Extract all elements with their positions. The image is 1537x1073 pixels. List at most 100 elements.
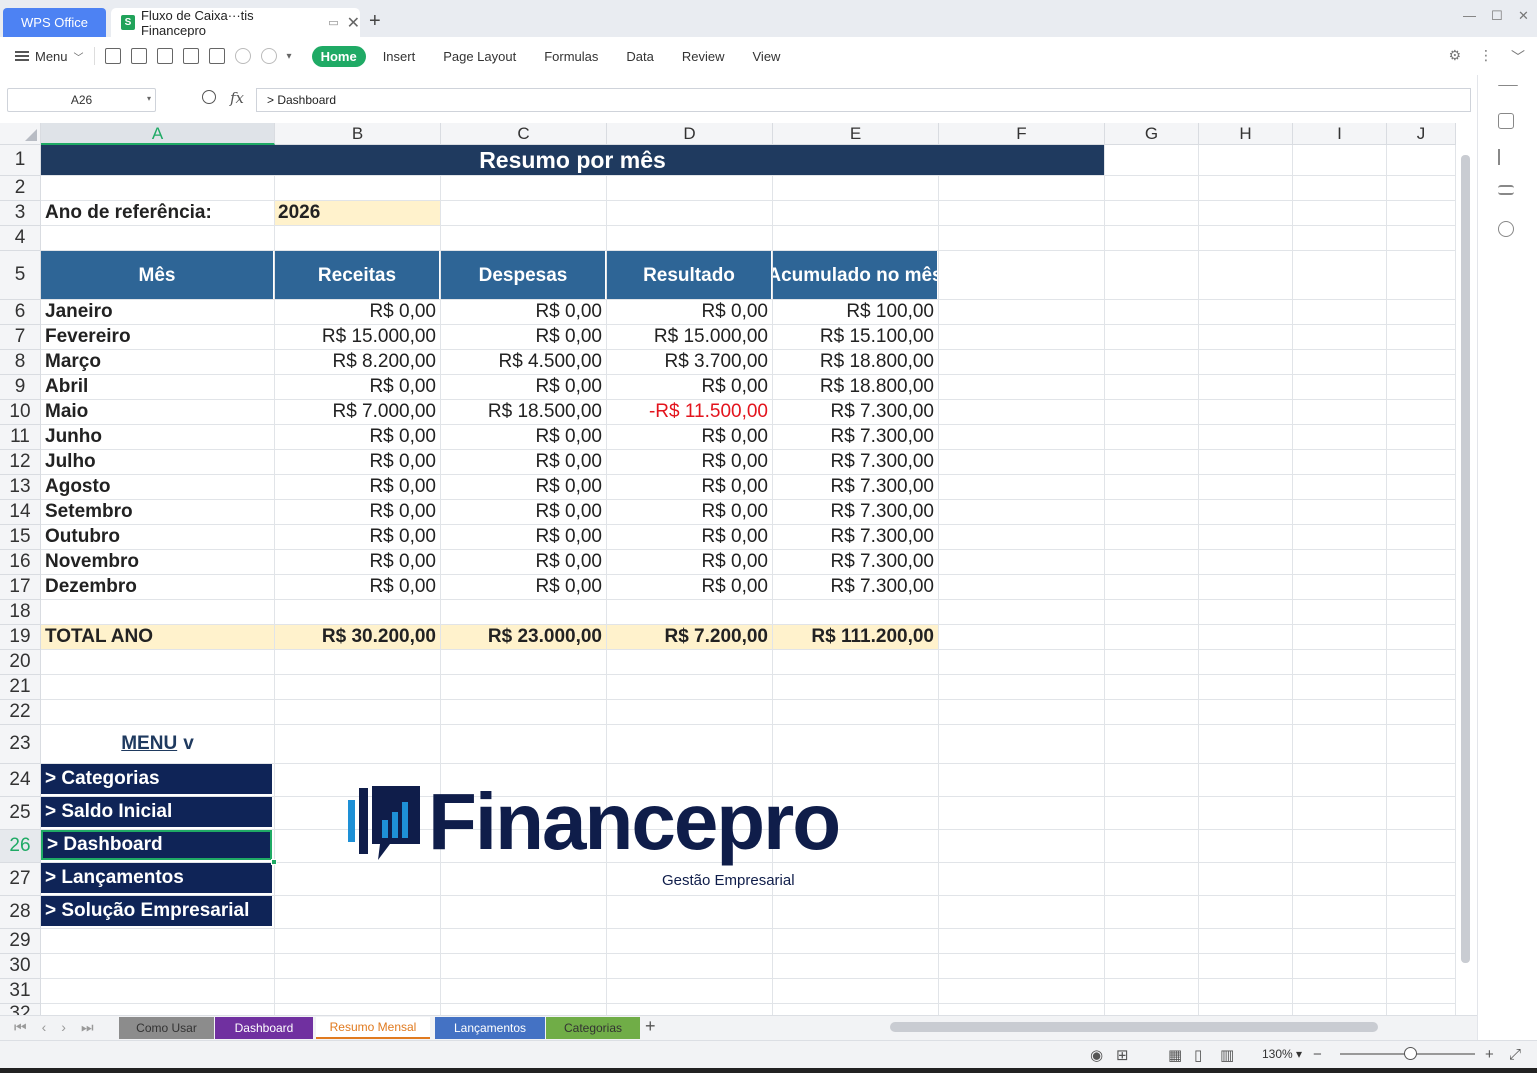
total-label[interactable]: TOTAL ANO xyxy=(41,625,274,649)
row-header-17[interactable]: 17 xyxy=(0,575,41,600)
table-header-2[interactable]: Despesas xyxy=(441,251,606,299)
month-name[interactable]: Setembro xyxy=(41,500,274,524)
save-icon[interactable] xyxy=(130,48,147,64)
sidebar-shapes-icon[interactable] xyxy=(1498,113,1514,129)
next-sheet-icon[interactable]: › xyxy=(61,1019,66,1036)
month-acumulado[interactable]: R$ 7.300,00 xyxy=(773,550,938,574)
total-resultado[interactable]: R$ 7.200,00 xyxy=(607,625,772,649)
month-resultado[interactable]: R$ 0,00 xyxy=(607,375,772,399)
month-despesas[interactable]: R$ 0,00 xyxy=(441,550,606,574)
zoom-magnifier-icon[interactable] xyxy=(202,90,216,104)
row-header-4[interactable]: 4 xyxy=(0,226,41,251)
select-all-corner[interactable] xyxy=(0,123,41,145)
row-header-16[interactable]: 16 xyxy=(0,550,41,575)
row-header-18[interactable]: 18 xyxy=(0,600,41,625)
menu-link-2[interactable]: > Dashboard xyxy=(41,830,272,860)
month-despesas[interactable]: R$ 0,00 xyxy=(441,375,606,399)
column-header-d[interactable]: D xyxy=(607,123,773,145)
month-despesas[interactable]: R$ 0,00 xyxy=(441,325,606,349)
month-receitas[interactable]: R$ 0,00 xyxy=(275,575,440,599)
row-header-6[interactable]: 6 xyxy=(0,300,41,325)
row-header-27[interactable]: 27 xyxy=(0,863,41,896)
month-despesas[interactable]: R$ 0,00 xyxy=(441,300,606,324)
menu-title[interactable]: MENU v xyxy=(41,725,274,763)
row-header-7[interactable]: 7 xyxy=(0,325,41,350)
sheet-tab-como-usar[interactable]: Como Usar xyxy=(119,1017,214,1039)
month-name[interactable]: Outubro xyxy=(41,525,274,549)
monitor-icon[interactable]: ▭ xyxy=(328,16,338,29)
month-resultado[interactable]: R$ 0,00 xyxy=(607,300,772,324)
month-resultado[interactable]: R$ 0,00 xyxy=(607,550,772,574)
menu-link-0[interactable]: > Categorias xyxy=(41,764,272,794)
month-resultado[interactable]: R$ 0,00 xyxy=(607,475,772,499)
fill-handle[interactable] xyxy=(271,859,277,865)
month-receitas[interactable]: R$ 0,00 xyxy=(275,500,440,524)
row-header-3[interactable]: 3 xyxy=(0,201,41,226)
month-receitas[interactable]: R$ 8.200,00 xyxy=(275,350,440,374)
fx-function-icon[interactable]: fx xyxy=(230,89,244,107)
month-name[interactable]: Março xyxy=(41,350,274,374)
column-header-f[interactable]: F xyxy=(939,123,1105,145)
select-pointer-icon[interactable] xyxy=(1498,149,1514,165)
column-header-a[interactable]: A xyxy=(41,123,275,145)
month-resultado[interactable]: R$ 0,00 xyxy=(607,425,772,449)
row-header-25[interactable]: 25 xyxy=(0,797,41,830)
month-resultado[interactable]: -R$ 11.500,00 xyxy=(607,400,772,424)
row-header-5[interactable]: 5 xyxy=(0,251,41,300)
row-header-13[interactable]: 13 xyxy=(0,475,41,500)
month-despesas[interactable]: R$ 0,00 xyxy=(441,475,606,499)
undo-icon[interactable] xyxy=(234,48,251,64)
month-despesas[interactable]: R$ 0,00 xyxy=(441,425,606,449)
fullscreen-icon[interactable]: ⤢ xyxy=(1509,1046,1521,1063)
month-resultado[interactable]: R$ 0,00 xyxy=(607,575,772,599)
table-header-1[interactable]: Receitas xyxy=(275,251,440,299)
month-despesas[interactable]: R$ 0,00 xyxy=(441,525,606,549)
column-header-h[interactable]: H xyxy=(1199,123,1293,145)
month-receitas[interactable]: R$ 0,00 xyxy=(275,475,440,499)
row-header-15[interactable]: 15 xyxy=(0,525,41,550)
vertical-scroll-thumb[interactable] xyxy=(1461,155,1470,963)
row-header-12[interactable]: 12 xyxy=(0,450,41,475)
tab-formulas[interactable]: Formulas xyxy=(544,49,598,64)
row-header-10[interactable]: 10 xyxy=(0,400,41,425)
page-break-view-icon[interactable]: ▥ xyxy=(1220,1046,1234,1064)
month-resultado[interactable]: R$ 0,00 xyxy=(607,500,772,524)
first-sheet-icon[interactable]: ⏮ xyxy=(14,1019,27,1036)
total-acumulado[interactable]: R$ 111.200,00 xyxy=(773,625,938,649)
filter-sliders-icon[interactable] xyxy=(1498,185,1514,195)
month-resultado[interactable]: R$ 0,00 xyxy=(607,450,772,474)
open-folder-icon[interactable] xyxy=(104,48,121,64)
column-header-b[interactable]: B xyxy=(275,123,441,145)
history-clock-icon[interactable] xyxy=(1498,221,1514,237)
row-header-19[interactable]: 19 xyxy=(0,625,41,650)
month-resultado[interactable]: R$ 3.700,00 xyxy=(607,350,772,374)
tab-view[interactable]: View xyxy=(753,49,781,64)
month-receitas[interactable]: R$ 0,00 xyxy=(275,450,440,474)
new-tab-icon[interactable]: + xyxy=(369,10,381,33)
column-header-c[interactable]: C xyxy=(441,123,607,145)
month-acumulado[interactable]: R$ 7.300,00 xyxy=(773,475,938,499)
collapse-ribbon-icon[interactable]: ﹀ xyxy=(1511,47,1525,67)
wps-office-tab[interactable]: WPS Office xyxy=(3,8,106,37)
sheet-title[interactable]: Resumo por mês xyxy=(41,145,1104,175)
more-options-icon[interactable]: ⋮ xyxy=(1479,47,1493,67)
month-name[interactable]: Abril xyxy=(41,375,274,399)
settings-gear-icon[interactable]: ⚙ xyxy=(1448,47,1461,67)
month-acumulado[interactable]: R$ 7.300,00 xyxy=(773,400,938,424)
total-receitas[interactable]: R$ 30.200,00 xyxy=(275,625,440,649)
sheet-tab-categorias[interactable]: Categorias xyxy=(546,1017,640,1039)
prev-sheet-icon[interactable]: ‹ xyxy=(42,1019,47,1036)
sheet-tab-resumo-mensal[interactable]: Resumo Mensal xyxy=(316,1017,430,1039)
row-header-9[interactable]: 9 xyxy=(0,375,41,400)
month-acumulado[interactable]: R$ 7.300,00 xyxy=(773,575,938,599)
month-name[interactable]: Fevereiro xyxy=(41,325,274,349)
month-acumulado[interactable]: R$ 7.300,00 xyxy=(773,425,938,449)
tab-data[interactable]: Data xyxy=(626,49,653,64)
month-despesas[interactable]: R$ 0,00 xyxy=(441,575,606,599)
month-acumulado[interactable]: R$ 7.300,00 xyxy=(773,500,938,524)
row-header-22[interactable]: 22 xyxy=(0,700,41,725)
month-acumulado[interactable]: R$ 100,00 xyxy=(773,300,938,324)
row-header-32[interactable]: 32 xyxy=(0,1003,41,1015)
month-receitas[interactable]: R$ 0,00 xyxy=(275,550,440,574)
row-header-29[interactable]: 29 xyxy=(0,929,41,954)
